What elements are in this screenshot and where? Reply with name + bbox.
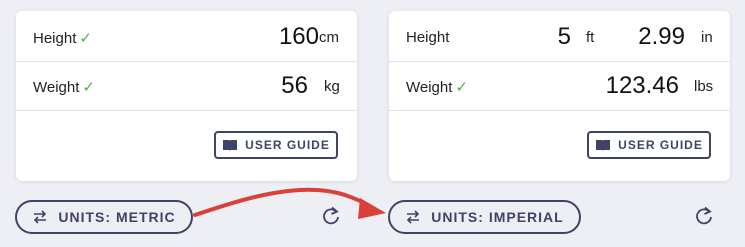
weight-label: Weight ✓: [33, 78, 95, 96]
imperial-card: Height 5 ft 2.99 in Weight ✓ 123.46 lbs U…: [389, 11, 730, 181]
weight-input[interactable]: 56: [246, 72, 308, 100]
swap-icon: [34, 210, 47, 224]
height-label: Height: [406, 29, 450, 46]
weight-unit: lbs: [694, 78, 714, 95]
user-guide-button[interactable]: USER GUIDE: [587, 131, 711, 159]
reset-icon[interactable]: [320, 205, 342, 227]
units-metric-label: UNITS: METRIC: [58, 209, 176, 225]
height-inches-input[interactable]: 2.99: [619, 23, 685, 51]
check-icon: ✓: [82, 79, 95, 96]
swap-icon: [407, 210, 420, 224]
units-metric-button[interactable]: UNITS: METRIC: [15, 200, 193, 234]
check-icon: ✓: [455, 79, 468, 96]
user-guide-label: USER GUIDE: [618, 138, 703, 152]
units-imperial-button[interactable]: UNITS: IMPERIAL: [388, 200, 581, 234]
weight-label-text: Weight: [406, 79, 453, 96]
weight-label: Weight ✓: [406, 78, 468, 96]
book-icon: [596, 139, 611, 151]
weight-input[interactable]: 123.46: [589, 72, 679, 100]
weight-label-text: Weight: [33, 79, 80, 96]
units-imperial-label: UNITS: IMPERIAL: [431, 209, 564, 225]
user-guide-button[interactable]: USER GUIDE: [214, 131, 338, 159]
height-input[interactable]: 160: [244, 23, 319, 51]
metric-card: Height ✓ 160 cm Weight ✓ 56 kg USER GUIDE: [16, 11, 357, 181]
weight-row: Weight ✓ 56 kg: [16, 62, 357, 111]
height-label: Height ✓: [33, 29, 92, 47]
user-guide-label: USER GUIDE: [245, 138, 330, 152]
height-inches-unit: in: [701, 29, 713, 46]
height-unit: cm: [319, 29, 339, 46]
height-feet-unit: ft: [586, 29, 595, 46]
check-icon: ✓: [79, 30, 92, 47]
weight-row: Weight ✓ 123.46 lbs: [389, 62, 730, 111]
height-label-text: Height: [33, 30, 77, 47]
weight-unit: kg: [324, 78, 340, 95]
book-icon: [223, 139, 238, 151]
height-feet-input[interactable]: 5: [539, 23, 571, 51]
height-row: Height ✓ 160 cm: [16, 13, 357, 62]
reset-icon[interactable]: [693, 205, 715, 227]
height-row: Height 5 ft 2.99 in: [389, 13, 730, 62]
